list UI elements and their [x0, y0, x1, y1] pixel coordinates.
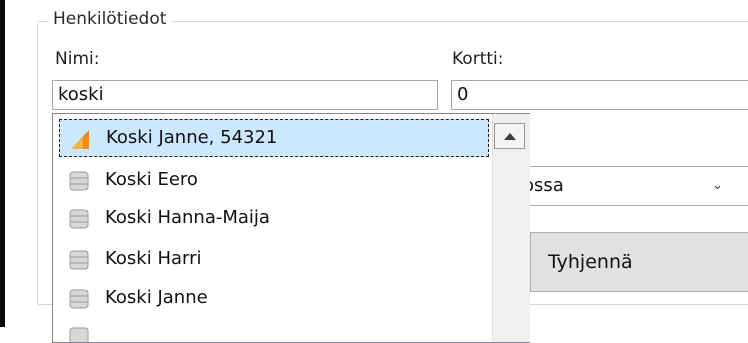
clear-button[interactable]: Tyhjennä [530, 232, 748, 292]
card-label: Kortti: [452, 49, 504, 69]
database-icon [69, 327, 89, 342]
window-edge [0, 0, 5, 327]
list-item[interactable]: Koski Janne, 54321 [59, 119, 489, 157]
list-item[interactable]: Koski Harri [59, 241, 489, 279]
list-item-label: Koski Janne, 54321 [106, 127, 278, 148]
list-item[interactable]: Koski Hanna-Maija [59, 200, 489, 238]
scroll-up-button[interactable] [494, 123, 525, 149]
list-item-label: Koski Harri [105, 248, 202, 269]
name-label: Nimi: [55, 49, 100, 69]
chevron-down-icon: ⌄ [712, 178, 723, 193]
database-icon [69, 289, 89, 309]
name-input[interactable]: koski [52, 80, 438, 110]
list-item[interactable]: Koski Janne [59, 280, 489, 318]
list-item-label: Koski Janne [105, 287, 208, 308]
list-item-label: Koski Eero [105, 169, 198, 190]
database-icon [69, 209, 89, 229]
group-title: Henkilötiedot [49, 9, 173, 29]
list-item[interactable]: Koski Eero [59, 162, 489, 200]
name-suggestions-dropdown: Koski Janne, 54321 Koski Eero Koski Hann… [52, 113, 530, 343]
brand-icon [71, 130, 89, 149]
database-icon [69, 171, 89, 191]
arrow-up-icon [503, 133, 516, 140]
card-input[interactable]: 0 [451, 80, 748, 110]
status-combobox[interactable]: ossa ⌄ [512, 166, 748, 206]
database-icon [69, 250, 89, 270]
list-item[interactable] [59, 318, 489, 342]
list-item-label: Koski Hanna-Maija [105, 207, 270, 228]
